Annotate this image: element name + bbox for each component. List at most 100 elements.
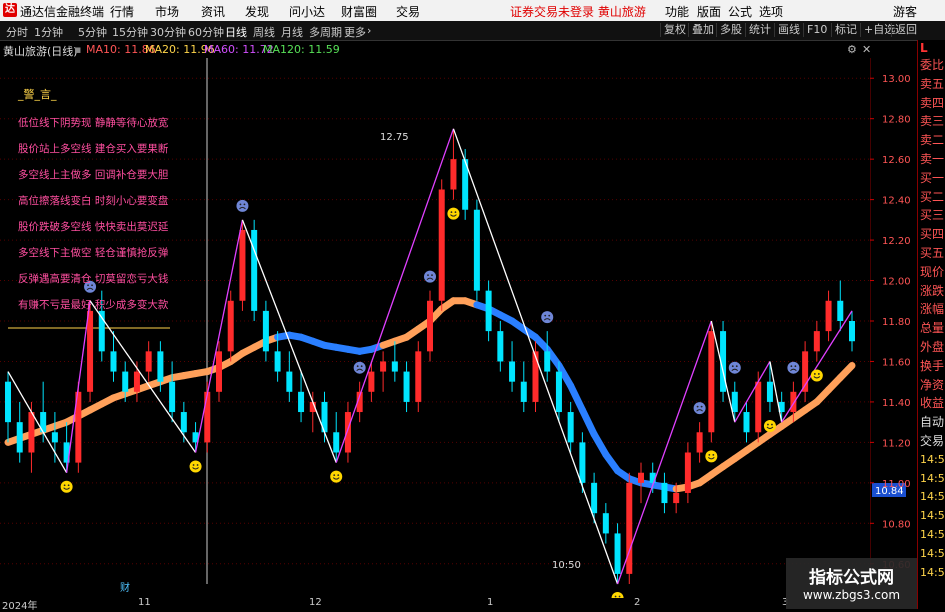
candle-body xyxy=(157,351,164,382)
tick-time: 14:5 xyxy=(920,490,945,504)
guest-user[interactable]: 游客 xyxy=(893,3,917,20)
sad-icon xyxy=(693,402,706,415)
side-item: 涨跌 xyxy=(920,283,945,298)
side-item: 买三 xyxy=(920,208,945,223)
add-favorite-button[interactable]: +自选 xyxy=(860,23,895,37)
candle-body xyxy=(438,189,445,301)
tab-intraday[interactable]: 分时 xyxy=(6,24,28,40)
candle-body xyxy=(251,229,258,311)
sad-icon xyxy=(424,270,436,283)
tab-monthly[interactable]: 月线 xyxy=(281,24,303,40)
candle-body xyxy=(837,300,844,321)
axis-tick-label: 13.00 xyxy=(882,74,911,85)
tab-15min[interactable]: 15分钟 xyxy=(112,24,148,40)
candle-body xyxy=(825,300,832,332)
candle-body xyxy=(567,412,574,443)
candle-body xyxy=(766,381,773,402)
trade-label[interactable]: 交易 xyxy=(918,432,945,451)
side-item: 总量 xyxy=(920,321,945,336)
candle-body xyxy=(450,159,457,190)
axis-tick-label: 12.20 xyxy=(882,236,911,247)
overlay-button[interactable]: 叠加 xyxy=(688,23,714,37)
back-button[interactable]: 返回 xyxy=(891,23,917,37)
smile-icon xyxy=(810,369,823,382)
sad-icon xyxy=(353,361,366,374)
candle-body xyxy=(391,361,398,372)
candle-body xyxy=(509,361,516,382)
proverb-line: 多空线上主做多 回调补仓要大胆 xyxy=(18,168,169,181)
adjust-button[interactable]: 复权 xyxy=(660,23,686,37)
menu-item-formula[interactable]: 公式 xyxy=(728,3,752,20)
menu-item-discover[interactable]: 发现 xyxy=(245,3,269,20)
draw-line-button[interactable]: 画线 xyxy=(774,23,800,37)
candle-body xyxy=(544,351,551,372)
tick-time: 14:5 xyxy=(920,509,945,523)
menu-item-news[interactable]: 资讯 xyxy=(201,3,225,20)
price-axis: 10.84 13.0012.8012.6012.4012.2012.0011.8… xyxy=(870,58,911,598)
trend-segment xyxy=(590,430,610,459)
menu-item-market[interactable]: 市场 xyxy=(155,3,179,20)
candle-body xyxy=(532,351,539,402)
side-item: 买一 xyxy=(920,170,945,185)
zigzag-segment xyxy=(335,128,455,463)
menu-item-layout[interactable]: 版面 xyxy=(697,3,721,20)
multi-stock-button[interactable]: 多股 xyxy=(716,23,742,37)
mark-button[interactable]: 标记 xyxy=(831,23,857,37)
menu-item-options[interactable]: 选项 xyxy=(759,3,783,20)
close-icon[interactable]: ✕ xyxy=(862,43,871,56)
smile-icon xyxy=(330,470,343,483)
axis-tick-label: 12.80 xyxy=(882,115,911,126)
tab-weekly[interactable]: 周线 xyxy=(253,24,275,40)
tab-30min[interactable]: 30分钟 xyxy=(150,24,186,40)
tab-1min[interactable]: 1分钟 xyxy=(34,24,63,40)
side-item: 收益 xyxy=(920,396,945,411)
side-item: 买二 xyxy=(920,189,945,204)
statistics-button[interactable]: 统计 xyxy=(745,23,771,37)
panel-letter[interactable]: L xyxy=(918,40,945,56)
tab-daily[interactable]: 日线 xyxy=(225,24,247,40)
menu-item-trade[interactable]: 交易 xyxy=(396,3,420,20)
auto-trade-label[interactable]: 自动 xyxy=(918,413,945,432)
tab-60min[interactable]: 60分钟 xyxy=(188,24,224,40)
candle-body xyxy=(415,351,422,402)
settings-icon[interactable]: ⚙ xyxy=(847,43,857,56)
candle-body xyxy=(755,381,762,433)
tab-multi-period[interactable]: 多周期 xyxy=(309,24,342,40)
watermark-url: www.zbgs3.com xyxy=(802,588,901,602)
side-item: 买四 xyxy=(920,227,945,242)
login-notice[interactable]: 证券交易未登录 黄山旅游 xyxy=(510,3,646,20)
f10-button[interactable]: F10 xyxy=(803,23,827,37)
side-item: 委比 xyxy=(920,58,945,72)
zigzag-segment xyxy=(452,128,619,585)
proverb-line: 有赚不亏是最好 积少成多变大款 xyxy=(18,298,169,311)
candle-body xyxy=(743,412,750,433)
proverb-panel: _警_言_ 低位线下阴势现 静静等待心放宽股价站上多空线 建仓买入要果断多空线上… xyxy=(17,87,169,311)
date-label: 2 xyxy=(634,597,641,608)
candle-body xyxy=(28,412,35,453)
axis-tick-label: 12.60 xyxy=(882,155,911,166)
menu-item-ask[interactable]: 问小达 xyxy=(289,3,325,20)
sad-icon xyxy=(236,199,249,212)
tab-more[interactable]: 更多 xyxy=(344,24,366,40)
candle-body xyxy=(262,310,269,352)
candlestick-chart[interactable]: _警_言_ 低位线下阴势现 静静等待心放宽股价站上多空线 建仓买入要果断多空线上… xyxy=(0,58,870,598)
menu-item-quotes[interactable]: 行情 xyxy=(110,3,134,20)
low-annotation: 10:50 xyxy=(552,560,581,571)
tab-5min[interactable]: 5分钟 xyxy=(78,24,107,40)
candle-body xyxy=(368,371,375,392)
chevron-right-icon[interactable]: › xyxy=(367,24,371,37)
menu-item-function[interactable]: 功能 xyxy=(665,3,689,20)
axis-tick-label: 12.40 xyxy=(882,196,911,207)
candle-body xyxy=(122,371,129,392)
axis-tick-label: 10.80 xyxy=(882,519,911,530)
candle-body xyxy=(614,533,621,574)
app-title: 通达信金融终端 xyxy=(20,5,105,19)
candle-body xyxy=(403,371,410,402)
site-watermark: 指标公式网 www.zbgs3.com xyxy=(786,558,917,609)
candle-body xyxy=(661,482,668,504)
side-item: 涨幅 xyxy=(920,302,945,317)
date-label: 11 xyxy=(138,597,151,608)
menu-item-wealth[interactable]: 财富圈 xyxy=(341,3,377,20)
candle-body xyxy=(110,351,117,372)
axis-tick-label: 11.80 xyxy=(882,317,911,328)
